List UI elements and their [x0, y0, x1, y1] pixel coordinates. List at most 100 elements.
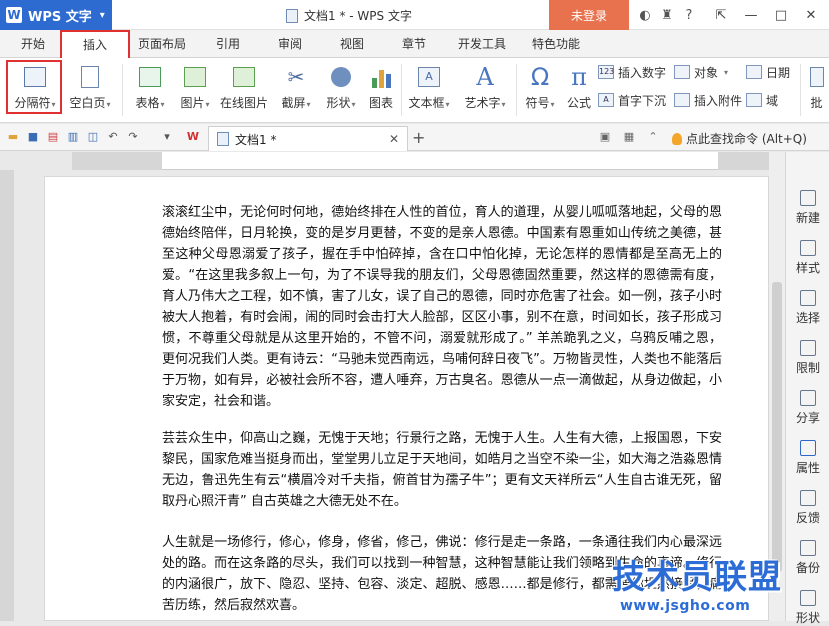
omega-icon: Ω	[530, 63, 550, 91]
formula-button[interactable]: π 公式	[562, 60, 596, 120]
insert-attachment-label: 插入附件	[694, 93, 743, 108]
tab-review[interactable]: 审阅	[270, 30, 310, 58]
app-menu-button[interactable]: W WPS 文字 ▾	[0, 0, 112, 30]
wps-tab-icon[interactable]: W	[186, 130, 200, 144]
vertical-ruler[interactable]	[0, 170, 14, 621]
chart-button[interactable]: 图表	[364, 60, 398, 120]
backup-icon	[800, 540, 816, 556]
shirt-icon[interactable]: ♜	[656, 8, 678, 23]
picture-button[interactable]: 图片▾	[174, 60, 216, 120]
text-box-button[interactable]: A 文本框▾	[404, 60, 454, 120]
tab-features[interactable]: 特色功能	[526, 30, 586, 58]
online-picture-button[interactable]: 在线图片	[218, 60, 270, 120]
app-name: WPS 文字	[28, 9, 92, 25]
chart-label: 图表	[368, 96, 393, 110]
redo-icon[interactable]: ↷	[126, 130, 140, 144]
insert-number-label: 插入数字	[618, 65, 667, 80]
picture-label: 图片	[180, 96, 205, 110]
tab-home[interactable]: 开始	[12, 30, 54, 58]
skin-icon[interactable]: ◐	[634, 8, 656, 23]
fullscreen-icon[interactable]: ⇱	[706, 0, 736, 30]
close-tab-icon[interactable]: ✕	[389, 132, 399, 146]
close-icon[interactable]: ✕	[796, 0, 826, 30]
number-icon: 123	[598, 65, 614, 79]
window-title: 文档1 * - WPS 文字	[286, 7, 412, 24]
minimize-icon[interactable]: —	[736, 0, 766, 30]
panel-select-label: 选择	[795, 311, 820, 325]
online-picture-icon	[233, 67, 255, 87]
new-tab-icon[interactable]: +	[412, 128, 425, 147]
maximize-icon[interactable]: □	[766, 0, 796, 30]
shape-panel-icon	[800, 590, 816, 606]
command-search[interactable]: 点此查找命令 (Alt+Q)	[672, 130, 807, 147]
shape-button[interactable]: 形状▾	[320, 60, 362, 120]
word-art-button[interactable]: A 艺术字▾	[458, 60, 512, 120]
annotation-button-partial[interactable]: 批	[804, 60, 829, 120]
date-button[interactable]: 日期	[746, 62, 790, 82]
tab-page-layout[interactable]: 页面布局	[134, 30, 190, 58]
drop-cap-icon: A	[598, 93, 614, 107]
panel-style[interactable]: 样式	[786, 240, 829, 276]
insert-number-button[interactable]: 123 插入数字	[598, 62, 666, 82]
print-icon[interactable]: ▥	[66, 130, 80, 144]
tab-view[interactable]: 视图	[332, 30, 372, 58]
panel-feedback[interactable]: 反馈	[786, 490, 829, 526]
text-box-label: 文本框	[408, 96, 445, 110]
undo-icon[interactable]: ↶	[106, 130, 120, 144]
annotation-label: 批	[810, 96, 823, 110]
tab-developer[interactable]: 开发工具	[452, 30, 512, 58]
layout-icon[interactable]: ▦	[622, 130, 636, 144]
bar-chart-icon	[371, 60, 392, 88]
save-icon[interactable]: ■	[26, 130, 40, 144]
collapse-icon[interactable]: ⌃	[646, 130, 660, 144]
panel-share[interactable]: 分享	[786, 390, 829, 426]
field-button[interactable]: 域	[746, 90, 778, 110]
drop-cap-button[interactable]: A 首字下沉	[598, 90, 666, 110]
tab-references[interactable]: 引用	[208, 30, 248, 58]
tab-chapter[interactable]: 章节	[394, 30, 434, 58]
panel-properties[interactable]: 属性	[786, 440, 829, 476]
login-button[interactable]: 未登录	[549, 0, 629, 30]
customize-icon[interactable]: ▾	[160, 130, 174, 144]
text-box-icon: A	[418, 67, 440, 87]
panel-new[interactable]: 新建	[786, 190, 829, 226]
document-tab[interactable]: 文档1 * ✕	[208, 126, 408, 151]
panel-backup[interactable]: 备份	[786, 540, 829, 576]
new-icon	[800, 190, 816, 206]
open-icon[interactable]: ▬	[6, 130, 20, 144]
panel-restrict[interactable]: 限制	[786, 340, 829, 376]
scrollbar-thumb[interactable]	[772, 282, 782, 572]
print-preview-icon[interactable]: ◫	[86, 130, 100, 144]
site-watermark: 技术员联盟 www.jsgho.com	[612, 550, 782, 614]
paragraph-1[interactable]: 滚滚红尘中，无论何时何地，德始终排在人性的首位，育人的道理，从婴儿呱呱落地起，父…	[162, 202, 722, 412]
table-label: 表格	[135, 96, 160, 110]
symbol-button[interactable]: Ω 符号▾	[520, 60, 560, 120]
table-button[interactable]: 表格▾	[128, 60, 172, 120]
panel-new-label: 新建	[795, 211, 820, 225]
blank-page-button[interactable]: 空白页▾	[64, 60, 116, 120]
ribbon-insert: 分隔符▾ 空白页▾ 表格▾ 图片▾ 在线图片 ✂ 截屏▾ 形状▾ 图表 A 文本…	[0, 58, 829, 123]
help-icon[interactable]: ?	[678, 8, 700, 23]
tab-insert[interactable]: 插入	[60, 30, 130, 59]
object-label: 对象	[694, 65, 719, 80]
select-icon	[800, 290, 816, 306]
horizontal-ruler[interactable]	[72, 152, 769, 170]
restrict-icon	[800, 340, 816, 356]
insert-attachment-button[interactable]: 插入附件	[674, 90, 742, 110]
chevron-down-icon: ▾	[99, 9, 105, 21]
quick-access-bar: ▬ ■ ▤ ▥ ◫ ↶ ↷ ▾ W 文档1 * ✕ + ▣ ▦ ⌃ 点此查找命令…	[0, 124, 829, 151]
object-button[interactable]: 对象 ▾	[674, 62, 728, 82]
paragraph-2[interactable]: 芸芸众生中，仰高山之巍，无愧于天地；行景行之路，无愧于人生。人生有大德，上报国恩…	[162, 428, 722, 512]
blank-page-icon	[81, 66, 99, 88]
right-task-panel: 新建 样式 选择 限制 分享 属性 反馈 备份 形状	[785, 152, 829, 625]
screenshot-button[interactable]: ✂ 截屏▾	[274, 60, 318, 120]
pdf-icon[interactable]: ▤	[46, 130, 60, 144]
panel-share-label: 分享	[795, 411, 820, 425]
page-break-highlight	[6, 60, 62, 114]
word-art-icon: A	[476, 63, 494, 91]
style-icon	[800, 240, 816, 256]
word-art-label: 艺术字	[464, 96, 501, 110]
watermark-text: 技术员联盟	[612, 557, 782, 596]
panel-select[interactable]: 选择	[786, 290, 829, 326]
view-icon[interactable]: ▣	[598, 130, 612, 144]
